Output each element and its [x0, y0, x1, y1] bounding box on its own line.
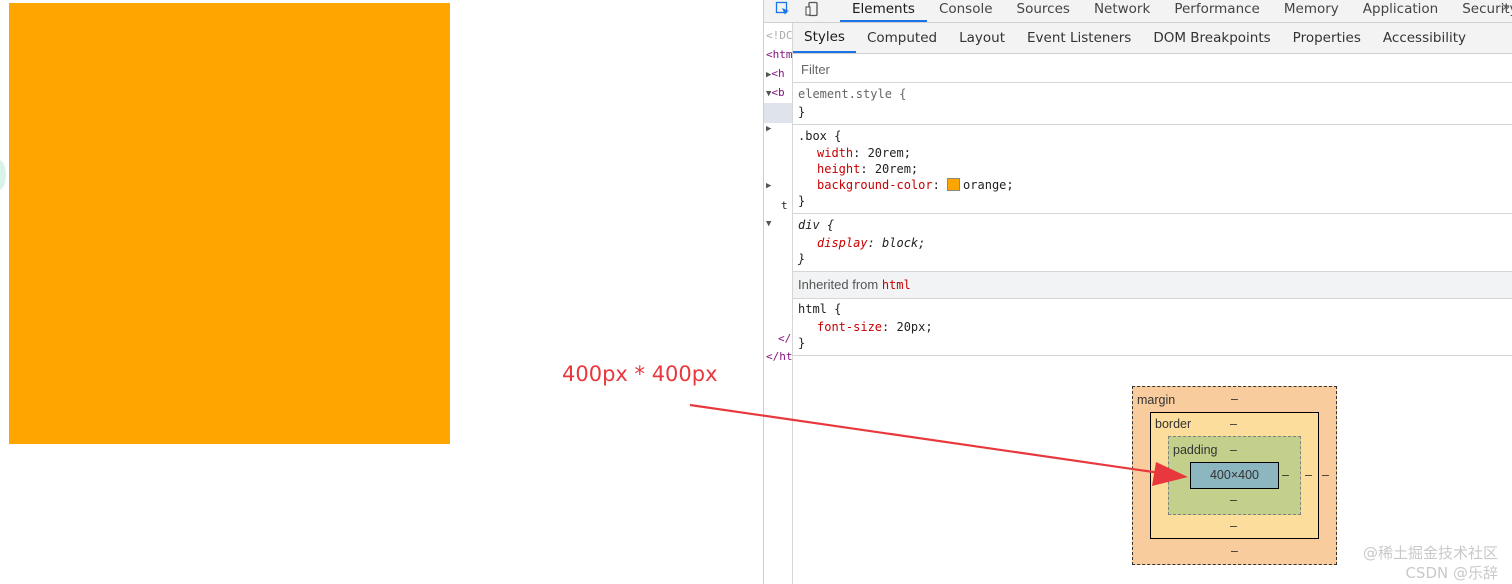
expand-arrow-icon[interactable]: ▶ — [766, 124, 771, 134]
dom-selected-row — [764, 103, 792, 123]
rule-close-brace: } — [798, 105, 806, 119]
declaration-width[interactable]: width: 20rem; — [817, 145, 911, 161]
margin-label: margin — [1137, 393, 1176, 407]
prop-name: height — [817, 162, 861, 176]
dom-line-head[interactable]: ▶<h — [766, 67, 785, 80]
border-bottom-value[interactable]: – — [1230, 519, 1237, 533]
rule-box: .box { width: 20rem; height: 20rem; back… — [793, 125, 1512, 214]
inherited-tag-link[interactable]: html — [882, 278, 911, 292]
filter-row — [793, 54, 1512, 83]
subtab-accessibility[interactable]: Accessibility — [1372, 23, 1477, 53]
tab-sources[interactable]: Sources — [1005, 0, 1082, 22]
subtab-dom-breakpoints[interactable]: DOM Breakpoints — [1142, 23, 1281, 53]
margin-top-value[interactable]: – — [1231, 392, 1238, 406]
orange-box — [9, 3, 450, 444]
prop-name: display — [817, 236, 868, 250]
dom-line-doctype[interactable]: <!DC — [766, 29, 792, 42]
more-tabs-icon[interactable]: » — [1502, 0, 1510, 15]
border-right-value[interactable]: – — [1305, 468, 1312, 482]
rule-close-brace: } — [798, 336, 806, 350]
rule-selector[interactable]: div { — [798, 217, 834, 233]
declaration-background-color[interactable]: background-color: orange; — [817, 177, 1014, 193]
dom-line-body-text: <b — [771, 86, 785, 99]
tab-application[interactable]: Application — [1351, 0, 1450, 22]
dom-tree-gutter: <!DC <htm ▶<h ▼<b ▶ ▶ t ▼ </ </ht — [764, 23, 793, 584]
prop-name: width — [817, 146, 854, 160]
expand-arrow-icon[interactable]: ▶ — [766, 181, 771, 191]
prop-name: font-size — [817, 320, 883, 334]
prop-value: orange; — [963, 178, 1014, 192]
dom-line-head-text: <h — [771, 67, 785, 80]
box-model-content[interactable]: 400×400 — [1190, 462, 1279, 489]
tab-performance[interactable]: Performance — [1162, 0, 1272, 22]
watermark: @稀土掘金技术社区 CSDN @乐辞 — [1363, 543, 1498, 583]
declaration-font-size[interactable]: font-size: 20px; — [817, 319, 933, 335]
styles-sub-tabbar: Styles Computed Layout Event Listeners D… — [793, 23, 1512, 54]
collapse-arrow-icon[interactable]: ▼ — [766, 219, 771, 229]
prop-value: 20px; — [896, 320, 933, 334]
rule-selector[interactable]: html { — [798, 301, 841, 317]
border-top-value[interactable]: – — [1230, 417, 1237, 431]
inherited-from-row: Inherited from html — [793, 272, 1512, 299]
prop-name: background-color — [817, 178, 933, 192]
tab-console[interactable]: Console — [927, 0, 1005, 22]
page-edge-glow — [0, 160, 6, 190]
dom-line-body[interactable]: ▼<b — [766, 86, 785, 99]
subtab-properties[interactable]: Properties — [1282, 23, 1372, 53]
subtab-styles[interactable]: Styles — [793, 23, 856, 53]
declaration-height[interactable]: height: 20rem; — [817, 161, 918, 177]
prop-value: 20rem; — [874, 162, 919, 176]
rule-close-brace: } — [798, 194, 806, 208]
rule-selector[interactable]: element.style { — [798, 86, 906, 102]
rule-close-brace: } — [798, 252, 806, 266]
device-toggle-icon[interactable] — [804, 1, 822, 19]
margin-right-value[interactable]: – — [1322, 468, 1329, 482]
rule-selector[interactable]: .box { — [798, 128, 841, 144]
dom-line-text[interactable]: t — [781, 199, 788, 212]
prop-value: 20rem; — [867, 146, 911, 160]
dom-line-close-body[interactable]: </ — [778, 332, 791, 345]
rule-element-style: element.style { } — [793, 83, 1512, 125]
padding-right-value[interactable]: – — [1282, 468, 1289, 482]
subtab-layout[interactable]: Layout — [948, 23, 1016, 53]
dom-line-html[interactable]: <htm — [766, 48, 792, 61]
tab-memory[interactable]: Memory — [1272, 0, 1351, 22]
dom-line-close-html[interactable]: </ht — [766, 350, 792, 363]
prop-value: block; — [882, 236, 926, 250]
rule-html: html { font-size: 20px; } — [793, 299, 1512, 356]
declaration-display[interactable]: display: block; — [817, 235, 925, 251]
rule-div: div { display: block; } — [793, 214, 1512, 272]
tab-network[interactable]: Network — [1082, 0, 1162, 22]
inherited-label-text: Inherited from — [798, 277, 879, 292]
inspect-element-icon[interactable] — [774, 1, 792, 19]
margin-bottom-value[interactable]: – — [1231, 544, 1238, 558]
tab-elements[interactable]: Elements — [840, 0, 927, 22]
padding-bottom-value[interactable]: – — [1230, 493, 1237, 507]
subtab-event-listeners[interactable]: Event Listeners — [1016, 23, 1142, 53]
watermark-line-2: CSDN @乐辞 — [1405, 564, 1498, 582]
color-swatch-icon[interactable] — [947, 178, 961, 191]
devtools-top-tabbar: Elements Console Sources Network Perform… — [764, 0, 1512, 23]
subtab-computed[interactable]: Computed — [856, 23, 948, 53]
padding-label: padding — [1173, 443, 1218, 457]
size-annotation: 400px * 400px — [562, 362, 718, 386]
border-label: border — [1155, 417, 1192, 431]
devtools-main-tabs: Elements Console Sources Network Perform… — [840, 0, 1512, 22]
padding-top-value[interactable]: – — [1230, 443, 1237, 457]
inherited-label: Inherited from html — [798, 272, 911, 298]
filter-input[interactable] — [799, 58, 1303, 80]
watermark-line-1: @稀土掘金技术社区 — [1362, 544, 1498, 562]
